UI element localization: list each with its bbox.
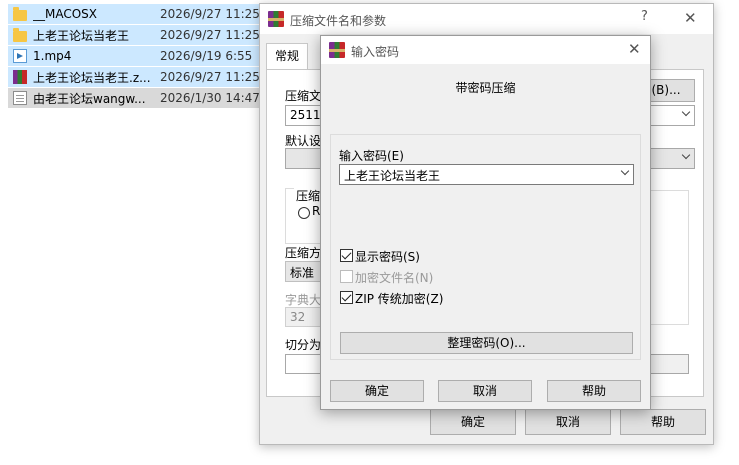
password-cancel-button[interactable]: 取消 xyxy=(438,380,532,402)
zip-legacy-checkbox[interactable] xyxy=(340,291,353,304)
password-label: 输入密码(E) xyxy=(339,149,404,163)
video-icon xyxy=(13,49,27,63)
file-row-archive[interactable]: 上老王论坛当老王.z... 2026/9/27 11:25 xyxy=(8,67,260,88)
password-heading: 带密码压缩 xyxy=(455,81,516,95)
file-name: 由老王论坛wangw... xyxy=(33,91,146,106)
password-help-button[interactable]: 帮助 xyxy=(547,380,641,402)
encrypt-filenames-checkbox[interactable] xyxy=(340,270,353,283)
rar-icon xyxy=(13,70,27,84)
help-title-button[interactable]: ? xyxy=(641,9,648,24)
dictionary-label: 字典大 xyxy=(285,293,322,307)
folder-icon xyxy=(13,27,27,42)
default-settings-label: 默认设 xyxy=(285,134,322,148)
dictionary-value: 32 xyxy=(290,310,306,324)
method-combo[interactable]: 标准 xyxy=(285,261,323,282)
winrar-icon xyxy=(329,42,345,58)
method-value: 标准 xyxy=(290,266,315,280)
ok-button[interactable]: 确定 xyxy=(430,409,516,435)
archive-format-group: 压缩 R xyxy=(285,187,325,244)
file-row-text[interactable]: 由老王论坛wangw... 2026/1/30 14:47 xyxy=(8,88,260,109)
parameter-field[interactable] xyxy=(649,354,689,374)
folder-icon xyxy=(13,6,27,21)
method-label: 压缩方 xyxy=(285,246,322,260)
cancel-button[interactable]: 取消 xyxy=(525,409,611,435)
encrypt-filenames-label: 加密文件名(N) xyxy=(355,271,434,285)
split-combo[interactable] xyxy=(285,354,323,374)
file-date: 2026/9/27 11:25 xyxy=(160,70,260,84)
radio-button[interactable] xyxy=(298,207,310,219)
file-date: 2026/9/27 11:25 xyxy=(160,28,260,42)
password-value: 上老王论坛当老王 xyxy=(344,169,441,183)
show-password-label: 显示密码(S) xyxy=(355,250,420,264)
tab-general[interactable]: 常规 xyxy=(266,43,309,69)
close-icon[interactable]: ✕ xyxy=(628,40,641,58)
file-date: 2026/1/30 14:47 xyxy=(160,91,260,105)
help-button[interactable]: 帮助 xyxy=(620,409,706,435)
text-file-icon xyxy=(13,91,27,105)
check-icon xyxy=(341,291,352,302)
archive-format-label: 压缩 xyxy=(294,187,323,204)
file-name: 上老王论坛当老王.z... xyxy=(33,70,151,85)
password-ok-button[interactable]: 确定 xyxy=(330,380,424,402)
password-dialog-title: 输入密码 xyxy=(351,45,400,59)
file-name: 上老王论坛当老王 xyxy=(33,28,130,43)
check-icon xyxy=(341,249,352,260)
chevron-down-icon xyxy=(682,109,690,117)
split-label: 切分为 xyxy=(285,338,322,352)
zip-legacy-label: ZIP 传统加密(Z) xyxy=(355,292,444,306)
password-dialog: 输入密码 ✕ 带密码压缩 输入密码(E) 上老王论坛当老王 显示密码(S) 加密… xyxy=(320,35,651,410)
file-row-folder[interactable]: 上老王论坛当老王 2026/9/27 11:25 xyxy=(8,25,260,46)
password-combo[interactable]: 上老王论坛当老王 xyxy=(339,164,634,185)
password-dialog-titlebar: 输入密码 ✕ xyxy=(321,36,650,64)
dictionary-combo[interactable]: 32 xyxy=(285,307,323,327)
file-date: 2026/9/19 6:55 xyxy=(160,49,253,63)
chevron-down-icon xyxy=(682,152,690,160)
file-name: __MACOSX xyxy=(33,7,98,21)
show-password-checkbox[interactable] xyxy=(340,249,353,262)
options-group xyxy=(649,190,689,325)
close-icon[interactable]: ✕ xyxy=(684,9,697,27)
file-name: 1.mp4 xyxy=(33,49,72,63)
chevron-down-icon xyxy=(621,168,629,176)
winrar-icon xyxy=(268,11,284,27)
file-row-macosx[interactable]: __MACOSX 2026/9/27 11:25 xyxy=(8,4,260,25)
file-row-video[interactable]: 1.mp4 2026/9/19 6:55 xyxy=(8,46,260,67)
archive-dialog-titlebar: 压缩文件名和参数 ? ✕ xyxy=(260,4,713,34)
file-date: 2026/9/27 11:25 xyxy=(160,7,260,21)
organize-passwords-button[interactable]: 整理密码(O)... xyxy=(340,332,633,354)
archive-name-label: 压缩文 xyxy=(285,89,322,103)
archive-dialog-title: 压缩文件名和参数 xyxy=(290,14,387,28)
